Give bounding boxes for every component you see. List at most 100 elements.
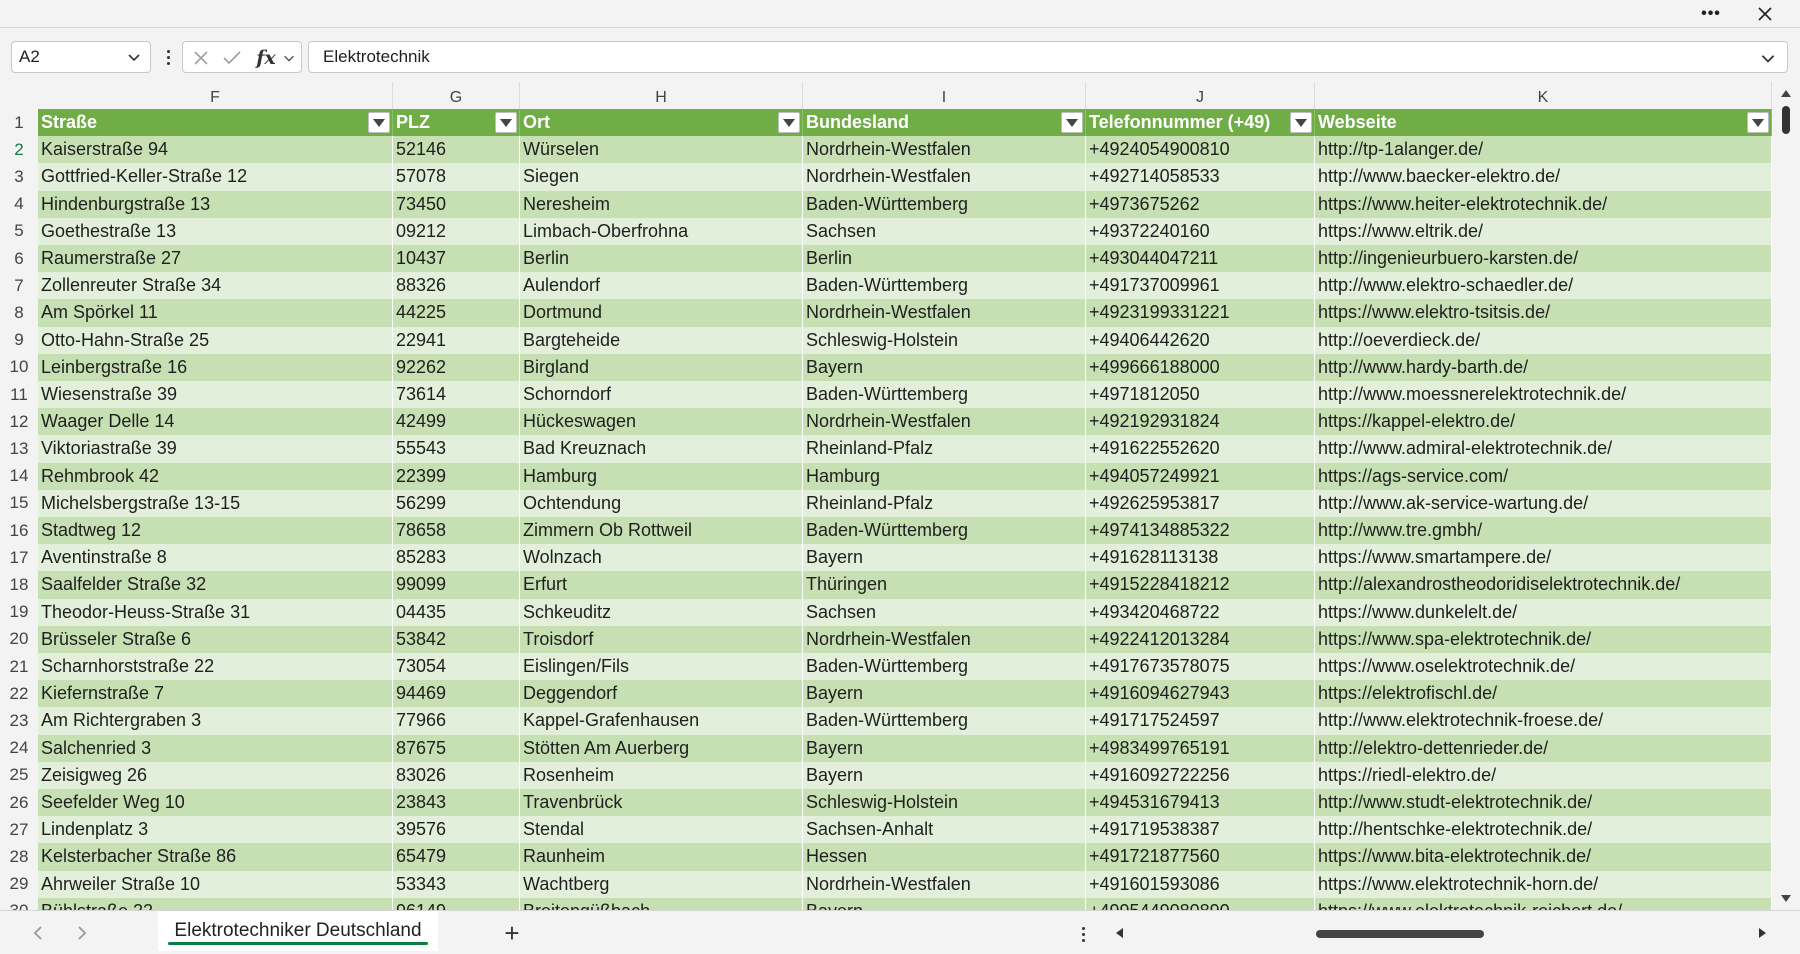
table-cell[interactable]: Hindenburgstraße 13 [38, 190, 393, 218]
table-header-cell[interactable]: Ort [520, 109, 803, 137]
table-cell[interactable]: https://www.elektrotechnik-horn.de/ [1315, 870, 1772, 898]
table-cell[interactable]: 04435 [393, 598, 520, 626]
table-cell[interactable]: +499666188000 [1086, 353, 1315, 381]
table-cell[interactable]: 22399 [393, 462, 520, 490]
table-cell[interactable]: Stadtweg 12 [38, 517, 393, 545]
table-cell[interactable]: https://www.spa-elektrotechnik.de/ [1315, 625, 1772, 653]
table-cell[interactable]: Wolnzach [520, 544, 803, 572]
table-cell[interactable]: 57078 [393, 163, 520, 191]
table-cell[interactable]: http://oeverdieck.de/ [1315, 326, 1772, 354]
row-number[interactable]: 11 [0, 381, 38, 409]
filter-dropdown-icon[interactable] [368, 112, 390, 133]
table-cell[interactable]: Raumerstraße 27 [38, 245, 393, 273]
row-number[interactable]: 18 [0, 571, 38, 599]
table-cell[interactable]: Kiefernstraße 7 [38, 680, 393, 708]
formula-bar-options-icon[interactable] [162, 44, 174, 70]
table-cell[interactable]: http://tp-1alanger.de/ [1315, 136, 1772, 164]
table-cell[interactable]: Salchenried 3 [38, 734, 393, 762]
confirm-entry-icon[interactable] [221, 48, 243, 68]
table-cell[interactable]: Seefelder Weg 10 [38, 789, 393, 817]
table-cell[interactable]: Nordrhein-Westfalen [803, 870, 1086, 898]
scroll-up-icon[interactable] [1778, 86, 1794, 100]
table-cell[interactable]: Schleswig-Holstein [803, 326, 1086, 354]
table-cell[interactable]: Erfurt [520, 571, 803, 599]
table-cell[interactable]: +491601593086 [1086, 870, 1315, 898]
table-cell[interactable]: Hamburg [520, 462, 803, 490]
table-cell[interactable]: http://www.ak-service-wartung.de/ [1315, 489, 1772, 517]
table-cell[interactable]: +4916094627943 [1086, 680, 1315, 708]
table-cell[interactable]: http://ingenieurbuero-karsten.de/ [1315, 245, 1772, 273]
table-cell[interactable]: Thüringen [803, 571, 1086, 599]
scroll-down-icon[interactable] [1778, 892, 1794, 906]
table-cell[interactable]: Baden-Württemberg [803, 190, 1086, 218]
table-cell[interactable]: Wiesenstraße 39 [38, 381, 393, 409]
row-number[interactable]: 30 [0, 897, 38, 910]
table-cell[interactable]: http://www.tre.gmbh/ [1315, 517, 1772, 545]
table-cell[interactable]: Schleswig-Holstein [803, 789, 1086, 817]
table-header-cell[interactable]: PLZ [393, 109, 520, 137]
table-cell[interactable]: https://elektrofischl.de/ [1315, 680, 1772, 708]
table-cell[interactable]: 56299 [393, 489, 520, 517]
filter-dropdown-icon[interactable] [495, 112, 517, 133]
scroll-right-icon[interactable] [1756, 925, 1770, 941]
table-cell[interactable]: +4924054900810 [1086, 136, 1315, 164]
table-cell[interactable]: +494531679413 [1086, 789, 1315, 817]
table-cell[interactable]: Viktoriastraße 39 [38, 435, 393, 463]
table-cell[interactable]: http://www.baecker-elektro.de/ [1315, 163, 1772, 191]
cancel-entry-icon[interactable] [191, 48, 211, 68]
table-cell[interactable]: Baden-Württemberg [803, 653, 1086, 681]
table-cell[interactable]: Bayern [803, 897, 1086, 910]
table-cell[interactable]: Deggendorf [520, 680, 803, 708]
formula-input[interactable]: Elektrotechnik [308, 41, 1788, 73]
table-cell[interactable]: 77966 [393, 707, 520, 735]
table-cell[interactable]: https://riedl-elektro.de/ [1315, 761, 1772, 789]
table-cell[interactable]: +493420468722 [1086, 598, 1315, 626]
table-cell[interactable]: http://www.elektro-schaedler.de/ [1315, 272, 1772, 300]
table-cell[interactable]: 92262 [393, 353, 520, 381]
table-cell[interactable]: https://www.dunkelelt.de/ [1315, 598, 1772, 626]
table-cell[interactable]: Am Spörkel 11 [38, 299, 393, 327]
table-cell[interactable]: +491719538387 [1086, 816, 1315, 844]
row-number[interactable]: 1 [0, 109, 38, 137]
table-cell[interactable]: 73054 [393, 653, 520, 681]
close-icon[interactable] [1742, 0, 1788, 28]
function-chevron-icon[interactable] [281, 48, 297, 68]
table-cell[interactable]: Hessen [803, 843, 1086, 871]
table-cell[interactable]: 65479 [393, 843, 520, 871]
row-number[interactable]: 6 [0, 245, 38, 273]
table-cell[interactable]: Brüsseler Straße 6 [38, 625, 393, 653]
row-number[interactable]: 8 [0, 299, 38, 327]
table-cell[interactable]: 78658 [393, 517, 520, 545]
table-cell[interactable]: +4973675262 [1086, 190, 1315, 218]
row-number[interactable]: 20 [0, 625, 38, 653]
table-cell[interactable]: Würselen [520, 136, 803, 164]
table-header-cell[interactable]: Bundesland [803, 109, 1086, 137]
row-number[interactable]: 22 [0, 680, 38, 708]
insert-function-icon[interactable]: fx [255, 47, 277, 69]
table-cell[interactable]: 87675 [393, 734, 520, 762]
table-cell[interactable]: Hamburg [803, 462, 1086, 490]
table-cell[interactable]: Bühlstraße 22 [38, 897, 393, 910]
table-header-cell[interactable]: Webseite [1315, 109, 1772, 137]
name-box[interactable]: A2 [11, 41, 151, 73]
table-cell[interactable]: https://www.eltrik.de/ [1315, 217, 1772, 245]
table-cell[interactable]: https://kappel-elektro.de/ [1315, 408, 1772, 436]
row-number[interactable]: 12 [0, 408, 38, 436]
vertical-scrollbar[interactable] [1772, 82, 1800, 910]
table-cell[interactable]: Bayern [803, 734, 1086, 762]
table-cell[interactable]: Ochtendung [520, 489, 803, 517]
row-number[interactable]: 15 [0, 489, 38, 517]
table-cell[interactable]: 09212 [393, 217, 520, 245]
column-header-k[interactable]: K [1315, 82, 1772, 109]
table-cell[interactable]: 99099 [393, 571, 520, 599]
row-number[interactable]: 26 [0, 789, 38, 817]
table-cell[interactable]: Waager Delle 14 [38, 408, 393, 436]
expand-formula-bar-icon[interactable] [1759, 49, 1777, 67]
table-cell[interactable]: Stötten Am Auerberg [520, 734, 803, 762]
table-cell[interactable]: Nordrhein-Westfalen [803, 136, 1086, 164]
table-cell[interactable]: 39576 [393, 816, 520, 844]
previous-sheet-icon[interactable] [26, 921, 50, 945]
table-cell[interactable]: https://www.bita-elektrotechnik.de/ [1315, 843, 1772, 871]
table-cell[interactable]: Schorndorf [520, 381, 803, 409]
table-cell[interactable]: Nordrhein-Westfalen [803, 163, 1086, 191]
